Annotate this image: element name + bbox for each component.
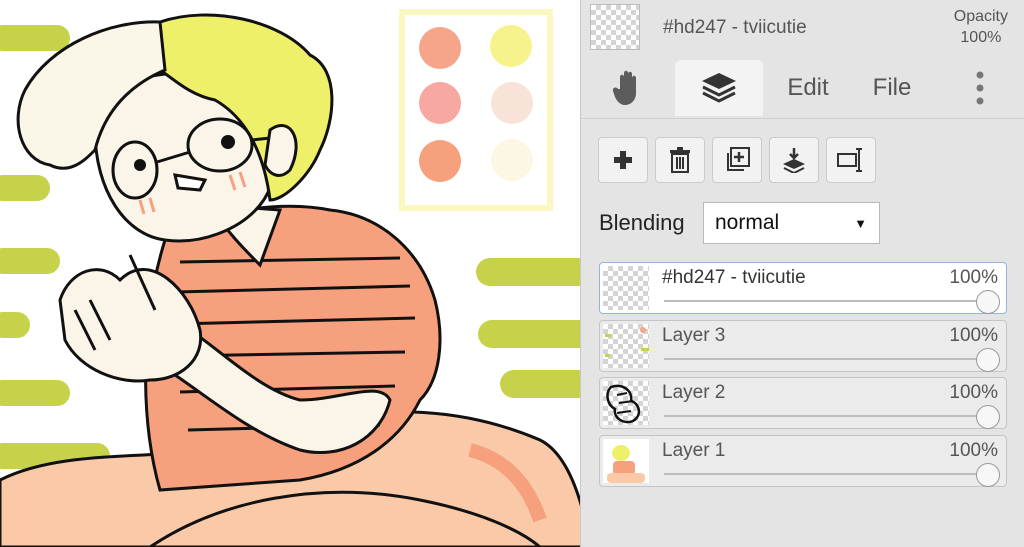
layer-row[interactable]: Layer 1 100% <box>599 435 1007 487</box>
blending-select[interactable]: normal ▼ <box>703 202 880 244</box>
rename-layer-icon <box>837 148 862 172</box>
layer-toolbar <box>598 137 876 183</box>
opacity-value: 100% <box>960 29 1002 46</box>
layer-opacity-value: 100% <box>949 440 998 461</box>
blending-label: Blending <box>599 210 685 235</box>
slider-handle[interactable] <box>976 463 1000 487</box>
slider-handle[interactable] <box>976 290 1000 314</box>
tab-file[interactable]: File <box>859 60 925 116</box>
layer-opacity-slider[interactable] <box>664 415 984 417</box>
layer-opacity-slider[interactable] <box>664 358 984 360</box>
dropdown-arrow-icon: ▼ <box>854 216 867 231</box>
tab-edit[interactable]: Edit <box>773 60 843 116</box>
layers-icon <box>702 73 736 103</box>
tab-layers[interactable] <box>675 60 763 116</box>
layer-name: Layer 3 <box>662 325 726 346</box>
opacity-display[interactable]: Opacity 100% <box>954 6 1008 48</box>
layer-opacity-value: 100% <box>949 267 998 288</box>
delete-layer-button[interactable] <box>655 137 705 183</box>
layer-opacity-slider[interactable] <box>664 300 984 302</box>
layer-row[interactable]: Layer 2 100% <box>599 377 1007 429</box>
panel-tabs: Edit File <box>581 58 1024 119</box>
opacity-label: Opacity <box>953 8 1008 25</box>
layer-name: Layer 2 <box>662 382 726 403</box>
artwork <box>0 9 580 547</box>
duplicate-layer-button[interactable] <box>712 137 762 183</box>
layer-thumbnail <box>603 439 649 483</box>
more-menu-button[interactable] <box>955 60 1005 116</box>
palette-swatches <box>399 9 553 211</box>
layer-thumbnail <box>603 324 649 368</box>
blending-value: normal <box>715 211 780 234</box>
hand-icon <box>612 70 636 105</box>
layer-row[interactable]: #hd247 - tviicutie 100% <box>599 262 1007 314</box>
layer-thumbnail <box>603 266 649 310</box>
delete-layer-icon <box>670 147 690 173</box>
add-layer-icon <box>614 151 632 169</box>
document-thumbnail[interactable] <box>590 4 640 50</box>
merge-down-icon <box>783 148 805 173</box>
layer-row[interactable]: Layer 3 100% <box>599 320 1007 372</box>
layers-panel: #hd247 - tviicutie Opacity 100% Edit Fil… <box>580 0 1024 547</box>
tab-hand[interactable] <box>589 60 669 116</box>
add-layer-button[interactable] <box>598 137 648 183</box>
layer-name: #hd247 - tviicutie <box>662 267 806 288</box>
more-vertical-icon <box>976 71 984 105</box>
slider-handle[interactable] <box>976 405 1000 429</box>
slider-handle[interactable] <box>976 348 1000 372</box>
layer-name: Layer 1 <box>662 440 726 461</box>
layer-opacity-value: 100% <box>949 325 998 346</box>
layer-opacity-slider[interactable] <box>664 473 984 475</box>
drawing-canvas[interactable] <box>0 0 580 547</box>
duplicate-layer-icon <box>727 147 750 171</box>
document-title: #hd247 - tviicutie <box>663 17 807 38</box>
layer-thumbnail <box>603 381 649 425</box>
layer-opacity-value: 100% <box>949 382 998 403</box>
merge-down-button[interactable] <box>769 137 819 183</box>
rename-layer-button[interactable] <box>826 137 876 183</box>
